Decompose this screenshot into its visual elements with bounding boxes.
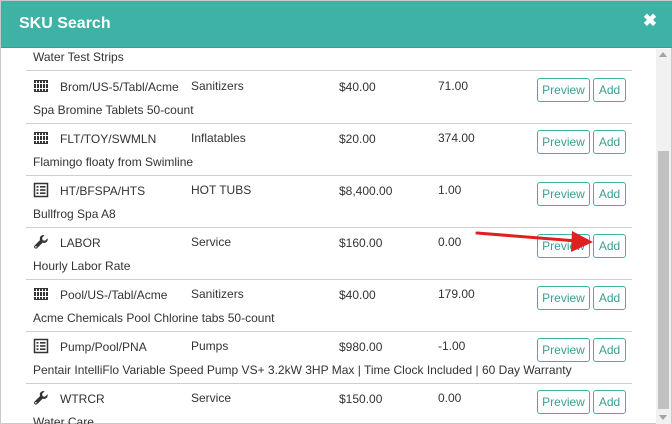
item-quantity: 179.00 bbox=[438, 287, 475, 301]
add-button[interactable]: Add bbox=[593, 390, 626, 414]
item-description: Flamingo floaty from Swimline bbox=[33, 155, 194, 169]
item-sku: FLT/TOY/SWMLN bbox=[60, 132, 157, 146]
list-item: HT/BFSPA/HTS HOT TUBS $8,400.00 1.00 Bul… bbox=[26, 176, 632, 228]
barcode-icon bbox=[33, 286, 49, 302]
preview-button[interactable]: Preview bbox=[537, 78, 590, 102]
preview-button[interactable]: Preview bbox=[537, 130, 590, 154]
preview-button[interactable]: Preview bbox=[537, 338, 590, 362]
item-description: Spa Bromine Tablets 50-count bbox=[33, 103, 194, 117]
preview-button[interactable]: Preview bbox=[537, 234, 590, 258]
item-quantity: 374.00 bbox=[438, 131, 475, 145]
item-description: Pentair IntelliFlo Variable Speed Pump V… bbox=[33, 363, 572, 377]
item-price: $160.00 bbox=[339, 236, 383, 250]
vertical-scrollbar[interactable] bbox=[656, 49, 671, 424]
item-sku: WTRCR bbox=[60, 392, 105, 406]
list-item: Pool/US-/Tabl/Acme Sanitizers $40.00 179… bbox=[26, 280, 632, 332]
dialog-title: SKU Search bbox=[19, 15, 111, 32]
wrench-icon bbox=[33, 234, 49, 250]
wrench-icon bbox=[33, 390, 49, 406]
add-button[interactable]: Add bbox=[593, 182, 626, 206]
item-description: Hourly Labor Rate bbox=[33, 259, 131, 273]
item-description: Water Test Strips bbox=[33, 50, 124, 64]
preview-button[interactable]: Preview bbox=[537, 182, 590, 206]
list-item: Brom/US-5/Tabl/Acme Sanitizers $40.00 71… bbox=[26, 72, 632, 124]
add-button[interactable]: Add bbox=[593, 338, 626, 362]
item-price: $40.00 bbox=[339, 288, 376, 302]
item-price: $150.00 bbox=[339, 392, 383, 406]
add-button[interactable]: Add bbox=[593, 78, 626, 102]
close-icon[interactable]: ✖ bbox=[642, 12, 658, 30]
item-quantity: 1.00 bbox=[438, 183, 462, 197]
list-item: FLT/TOY/SWMLN Inflatables $20.00 374.00 … bbox=[26, 124, 632, 176]
item-price: $20.00 bbox=[339, 132, 376, 146]
item-description: Bullfrog Spa A8 bbox=[33, 207, 116, 221]
sku-results-list: Water Test Strips Brom/US-5/Tabl/Acme Sa… bbox=[26, 49, 632, 424]
item-sku: Pump/Pool/PNA bbox=[60, 340, 147, 354]
list-icon bbox=[33, 338, 49, 354]
add-button[interactable]: Add bbox=[593, 130, 626, 154]
item-quantity: 0.00 bbox=[438, 235, 462, 249]
item-category: Inflatables bbox=[191, 131, 246, 145]
preview-button[interactable]: Preview bbox=[537, 286, 590, 310]
list-item: LABOR Service $160.00 0.00 Hourly Labor … bbox=[26, 228, 632, 280]
item-category: Pumps bbox=[191, 339, 229, 353]
item-quantity: 71.00 bbox=[438, 79, 469, 93]
list-item: Water Test Strips bbox=[26, 49, 632, 71]
item-quantity: -1.00 bbox=[438, 339, 466, 353]
item-category: HOT TUBS bbox=[191, 183, 252, 197]
item-sku: Brom/US-5/Tabl/Acme bbox=[60, 80, 179, 94]
scroll-up-arrow-icon[interactable] bbox=[659, 52, 667, 57]
item-price: $8,400.00 bbox=[339, 184, 393, 198]
scrollbar-thumb[interactable] bbox=[658, 151, 669, 409]
scroll-down-arrow-icon[interactable] bbox=[659, 415, 667, 420]
add-button[interactable]: Add bbox=[593, 286, 626, 310]
add-button[interactable]: Add bbox=[593, 234, 626, 258]
item-description: Acme Chemicals Pool Chlorine tabs 50-cou… bbox=[33, 311, 275, 325]
item-category: Sanitizers bbox=[191, 79, 244, 93]
list-item: Pump/Pool/PNA Pumps $980.00 -1.00 Pentai… bbox=[26, 332, 632, 384]
item-description: Water Care bbox=[33, 415, 94, 424]
barcode-icon bbox=[33, 78, 49, 94]
item-category: Sanitizers bbox=[191, 287, 244, 301]
item-sku: LABOR bbox=[60, 236, 101, 250]
item-sku: Pool/US-/Tabl/Acme bbox=[60, 288, 168, 302]
preview-button[interactable]: Preview bbox=[537, 390, 590, 414]
sku-search-dialog: SKU Search ✖ Water Test Strips Brom/US-5… bbox=[0, 0, 672, 424]
item-price: $40.00 bbox=[339, 80, 376, 94]
barcode-icon bbox=[33, 130, 49, 146]
item-category: Service bbox=[191, 391, 232, 405]
dialog-header: SKU Search ✖ bbox=[1, 1, 672, 48]
item-category: Service bbox=[191, 235, 232, 249]
list-icon bbox=[33, 182, 49, 198]
list-item: WTRCR Service $150.00 0.00 Water Care Pr… bbox=[26, 384, 632, 424]
item-price: $980.00 bbox=[339, 340, 383, 354]
item-quantity: 0.00 bbox=[438, 391, 462, 405]
item-sku: HT/BFSPA/HTS bbox=[60, 184, 146, 198]
